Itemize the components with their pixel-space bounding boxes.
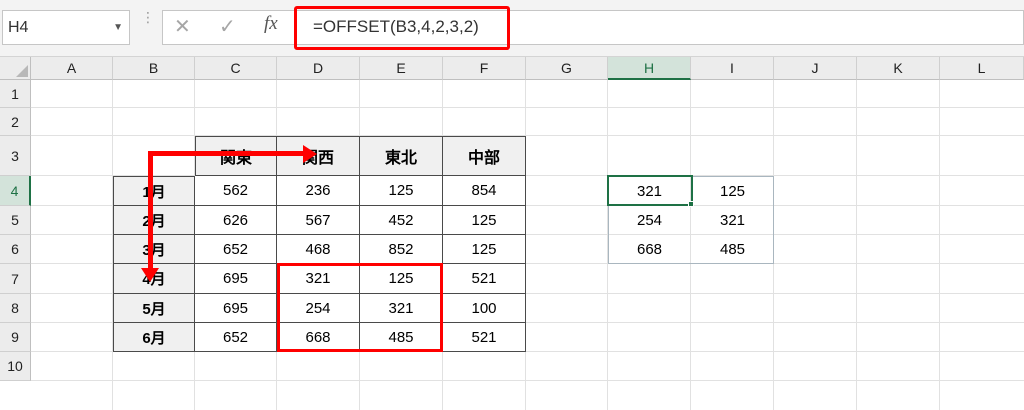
- table-cell[interactable]: 652: [195, 323, 277, 352]
- result-cell[interactable]: 485: [691, 235, 774, 264]
- gridline-vertical: [939, 80, 940, 410]
- table-row-label[interactable]: 2月: [113, 206, 195, 235]
- column-header-i[interactable]: I: [691, 57, 774, 80]
- column-header-e[interactable]: E: [360, 57, 443, 80]
- active-cell-border: [607, 175, 693, 206]
- formula-panel: [162, 10, 1024, 45]
- name-box-value: H4: [8, 19, 29, 36]
- row-header-5[interactable]: 5: [0, 206, 31, 235]
- table-row-label[interactable]: 3月: [113, 235, 195, 264]
- row-header-1[interactable]: 1: [0, 80, 31, 108]
- table-cell[interactable]: 562: [195, 176, 277, 206]
- table-cell[interactable]: 854: [443, 176, 526, 206]
- table-header-cell[interactable]: 東北: [360, 136, 443, 176]
- cancel-icon[interactable]: ✕: [174, 14, 191, 39]
- column-header-k[interactable]: K: [857, 57, 940, 80]
- row-header-10[interactable]: 10: [0, 352, 31, 381]
- table-cell[interactable]: 652: [195, 235, 277, 264]
- row-offset-arrow-line: [148, 151, 153, 269]
- result-cell[interactable]: 254: [608, 206, 691, 235]
- enter-icon[interactable]: ✓: [219, 14, 236, 39]
- row-header-8[interactable]: 8: [0, 294, 31, 323]
- table-cell[interactable]: 852: [360, 235, 443, 264]
- table-cell[interactable]: 521: [443, 264, 526, 294]
- formula-highlight-box: [294, 6, 510, 50]
- resize-handle-icon[interactable]: ⋮: [141, 10, 155, 24]
- table-cell[interactable]: 236: [277, 176, 360, 206]
- column-header-f[interactable]: F: [443, 57, 526, 80]
- gridline-horizontal: [31, 380, 1024, 381]
- table-cell[interactable]: 695: [195, 264, 277, 294]
- fill-handle[interactable]: [688, 201, 694, 207]
- select-all-button[interactable]: [0, 57, 31, 80]
- table-row-label[interactable]: 5月: [113, 294, 195, 323]
- column-header-l[interactable]: L: [940, 57, 1024, 80]
- table-header-cell[interactable]: 中部: [443, 136, 526, 176]
- table-cell[interactable]: 626: [195, 206, 277, 235]
- table-header-cell[interactable]: 関東: [195, 136, 277, 176]
- gridline-vertical: [856, 80, 857, 410]
- row-header-4[interactable]: 4: [0, 176, 31, 206]
- row-header-6[interactable]: 6: [0, 235, 31, 264]
- table-row-label[interactable]: 1月: [113, 176, 195, 206]
- gridline-horizontal: [31, 107, 1024, 108]
- column-offset-arrow-icon: [303, 145, 317, 163]
- formula-bar: H4 ▼ ⋮ ✕ ✓ fx =OFFSET(B3,4,2,3,2): [0, 0, 1024, 57]
- column-header-d[interactable]: D: [277, 57, 360, 80]
- table-cell[interactable]: 695: [195, 294, 277, 323]
- table-header-cell[interactable]: 関西: [277, 136, 360, 176]
- offset-range-highlight: [277, 263, 443, 352]
- table-cell[interactable]: 125: [443, 235, 526, 264]
- table-cell[interactable]: 125: [360, 176, 443, 206]
- table-cell[interactable]: 452: [360, 206, 443, 235]
- table-cell[interactable]: 100: [443, 294, 526, 323]
- result-cell[interactable]: 668: [608, 235, 691, 264]
- column-header-g[interactable]: G: [526, 57, 608, 80]
- row-header-7[interactable]: 7: [0, 264, 31, 294]
- result-cell[interactable]: 125: [691, 176, 774, 206]
- row-header-3[interactable]: 3: [0, 136, 31, 176]
- column-header-b[interactable]: B: [113, 57, 195, 80]
- table-cell[interactable]: 521: [443, 323, 526, 352]
- column-header-j[interactable]: J: [774, 57, 857, 80]
- row-header-2[interactable]: 2: [0, 108, 31, 136]
- column-offset-arrow-line: [148, 151, 303, 156]
- insert-function-icon[interactable]: fx: [264, 13, 278, 35]
- table-cell[interactable]: 567: [277, 206, 360, 235]
- column-header-a[interactable]: A: [31, 57, 113, 80]
- name-box[interactable]: H4 ▼: [2, 10, 130, 45]
- name-box-dropdown-icon[interactable]: ▼: [113, 22, 123, 33]
- table-row-label[interactable]: 6月: [113, 323, 195, 352]
- table-cell[interactable]: 125: [443, 206, 526, 235]
- table-cell[interactable]: 468: [277, 235, 360, 264]
- result-cell[interactable]: 321: [691, 206, 774, 235]
- select-all-icon: [16, 65, 28, 77]
- row-header-9[interactable]: 9: [0, 323, 31, 352]
- row-offset-arrow-icon: [141, 268, 159, 282]
- column-header-h[interactable]: H: [608, 57, 691, 80]
- column-header-c[interactable]: C: [195, 57, 277, 80]
